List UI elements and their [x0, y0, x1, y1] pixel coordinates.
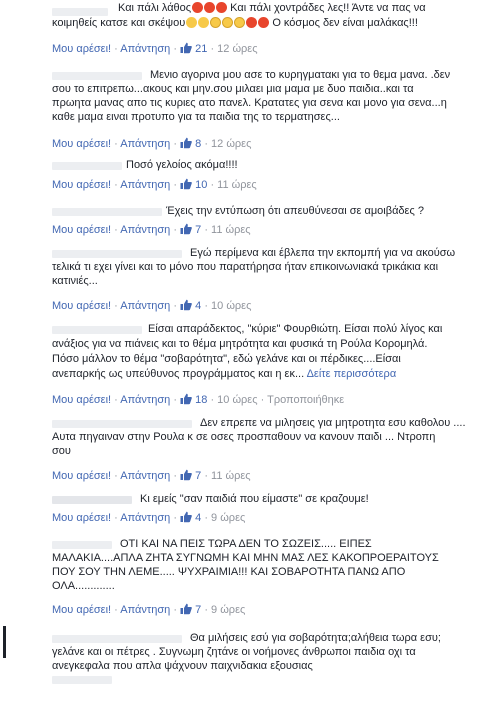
- like-count[interactable]: 7: [195, 224, 201, 236]
- like-button[interactable]: Μου αρέσει!: [52, 43, 111, 55]
- reply-button[interactable]: Απάντηση: [120, 179, 170, 191]
- comment: Ποσό γελοίος ακόμα!!!! Μου αρέσει! · Απά…: [0, 158, 491, 194]
- angry-face-emoji: [191, 2, 203, 13]
- like-count[interactable]: 7: [195, 604, 201, 616]
- comment: Και πάλι λάθος Και πάλι χοντράδες λες!! …: [0, 0, 491, 58]
- thumbs-up-icon: [180, 511, 192, 523]
- like-button[interactable]: Μου αρέσει!: [52, 512, 111, 524]
- thumbs-up-icon: [180, 137, 192, 149]
- timestamp[interactable]: 9 ώρες: [211, 604, 245, 616]
- comment-actions: Μου αρέσει! · Απάντηση · 7 · 11 ώρες: [52, 223, 251, 236]
- timestamp[interactable]: 11 ώρες: [211, 224, 251, 236]
- comment: Είσαι απαράδεκτος, "κύριε" Φουρθιώτη. Εί…: [0, 322, 491, 408]
- timestamp[interactable]: 10 ώρες: [211, 300, 251, 312]
- like-button[interactable]: Μου αρέσει!: [52, 138, 111, 150]
- grinning-face-emoji: [185, 17, 197, 28]
- angry-face-emoji: [245, 17, 257, 28]
- comment: Εγώ περίμενα και έβλεπα την εκπομπή για …: [0, 246, 491, 312]
- thumbs-up-icon: [180, 469, 192, 481]
- reply-button[interactable]: Απάντηση: [120, 224, 170, 236]
- like-button[interactable]: Μου αρέσει!: [52, 179, 111, 191]
- reply-button[interactable]: Απάντηση: [120, 138, 170, 150]
- see-more-link[interactable]: Δείτε περισσότερα: [307, 368, 397, 380]
- angry-face-emoji: [257, 17, 269, 28]
- comment-actions: Μου αρέσει! · Απάντηση · 8 · 12 ώρες: [52, 137, 252, 150]
- comment: ΟΤΙ ΚΑΙ ΝΑ ΠΕΙΣ ΤΩΡΑ ΔΕΝ ΤΟ ΣΩΖΕΙΣ..... …: [0, 537, 491, 617]
- thumbs-up-icon: [180, 299, 192, 311]
- like-count[interactable]: 21: [195, 43, 207, 55]
- face-emoji: [233, 17, 245, 28]
- reply-button[interactable]: Απάντηση: [120, 604, 170, 616]
- timestamp[interactable]: 12 ώρες: [217, 43, 257, 55]
- comment: Θα μιλήσεις εσύ για σοβαρότητα;αλήθεια τ…: [0, 624, 491, 684]
- thumbs-up-icon: [180, 393, 192, 405]
- thumbs-up-icon: [180, 223, 192, 235]
- comment-actions: Μου αρέσει! · Απάντηση · 7 · 9 ώρες: [52, 603, 246, 616]
- thumbs-up-icon: [180, 42, 192, 54]
- comment-actions: Μου αρέσει! · Απάντηση · 18 · 10 ώρες · …: [52, 393, 345, 406]
- timestamp[interactable]: 11 ώρες: [217, 179, 257, 191]
- like-count[interactable]: 8: [195, 138, 201, 150]
- reply-button[interactable]: Απάντηση: [120, 300, 170, 312]
- comment-actions: Μου αρέσει! · Απάντηση · 4 · 10 ώρες: [52, 299, 252, 312]
- thumbs-up-icon: [180, 178, 192, 190]
- comment-actions: Μου αρέσει! · Απάντηση · 21 · 12 ώρες: [52, 42, 258, 55]
- reply-button[interactable]: Απάντηση: [120, 43, 170, 55]
- like-count[interactable]: 10: [195, 179, 207, 191]
- like-count[interactable]: 4: [195, 512, 201, 524]
- angry-face-emoji: [203, 2, 215, 13]
- timestamp[interactable]: 11 ώρες: [211, 470, 251, 482]
- redacted-author: [52, 676, 112, 684]
- comment-actions: Μου αρέσει! · Απάντηση · 4 · 9 ώρες: [52, 511, 246, 524]
- like-button[interactable]: Μου αρέσει!: [52, 604, 111, 616]
- timestamp[interactable]: 12 ώρες: [211, 138, 251, 150]
- timestamp[interactable]: 10 ώρες: [217, 394, 257, 406]
- like-count[interactable]: 4: [195, 300, 201, 312]
- grinning-face-emoji: [197, 17, 209, 28]
- comment: Δεν επρεπε να μιλησεις για μητροτητα εσυ…: [0, 416, 491, 482]
- comment-actions: Μου αρέσει! · Απάντηση · 10 · 11 ώρες: [52, 178, 257, 191]
- like-button[interactable]: Μου αρέσει!: [52, 224, 111, 236]
- reply-button[interactable]: Απάντηση: [120, 470, 170, 482]
- timestamp[interactable]: 9 ώρες: [211, 512, 245, 524]
- comment-actions: Μου αρέσει! · Απάντηση · 7 · 11 ώρες: [52, 469, 251, 482]
- thumbs-up-icon: [180, 603, 192, 615]
- comment: Έχεις την εντύπωση ότι απευθύνεσαι σε αμ…: [0, 204, 491, 238]
- like-button[interactable]: Μου αρέσει!: [52, 300, 111, 312]
- face-emoji: [221, 17, 233, 28]
- angry-face-emoji: [215, 2, 227, 13]
- edited-label[interactable]: Τροποποιήθηκε: [267, 394, 344, 406]
- reply-button[interactable]: Απάντηση: [120, 394, 170, 406]
- like-count[interactable]: 7: [195, 470, 201, 482]
- comment: Κι εμείς "σαν παιδιά που είμαστε" σε κρα…: [0, 492, 491, 528]
- like-button[interactable]: Μου αρέσει!: [52, 394, 111, 406]
- comment-text: Θα μιλήσεις εσύ για σοβαρότητα;αλήθεια τ…: [52, 632, 441, 672]
- comment: Μενιο αγορινα μου ασε το κυρηγματακι για…: [0, 68, 491, 154]
- like-button[interactable]: Μου αρέσει!: [52, 470, 111, 482]
- like-count[interactable]: 18: [195, 394, 207, 406]
- face-emoji: [209, 17, 221, 28]
- reply-button[interactable]: Απάντηση: [120, 512, 170, 524]
